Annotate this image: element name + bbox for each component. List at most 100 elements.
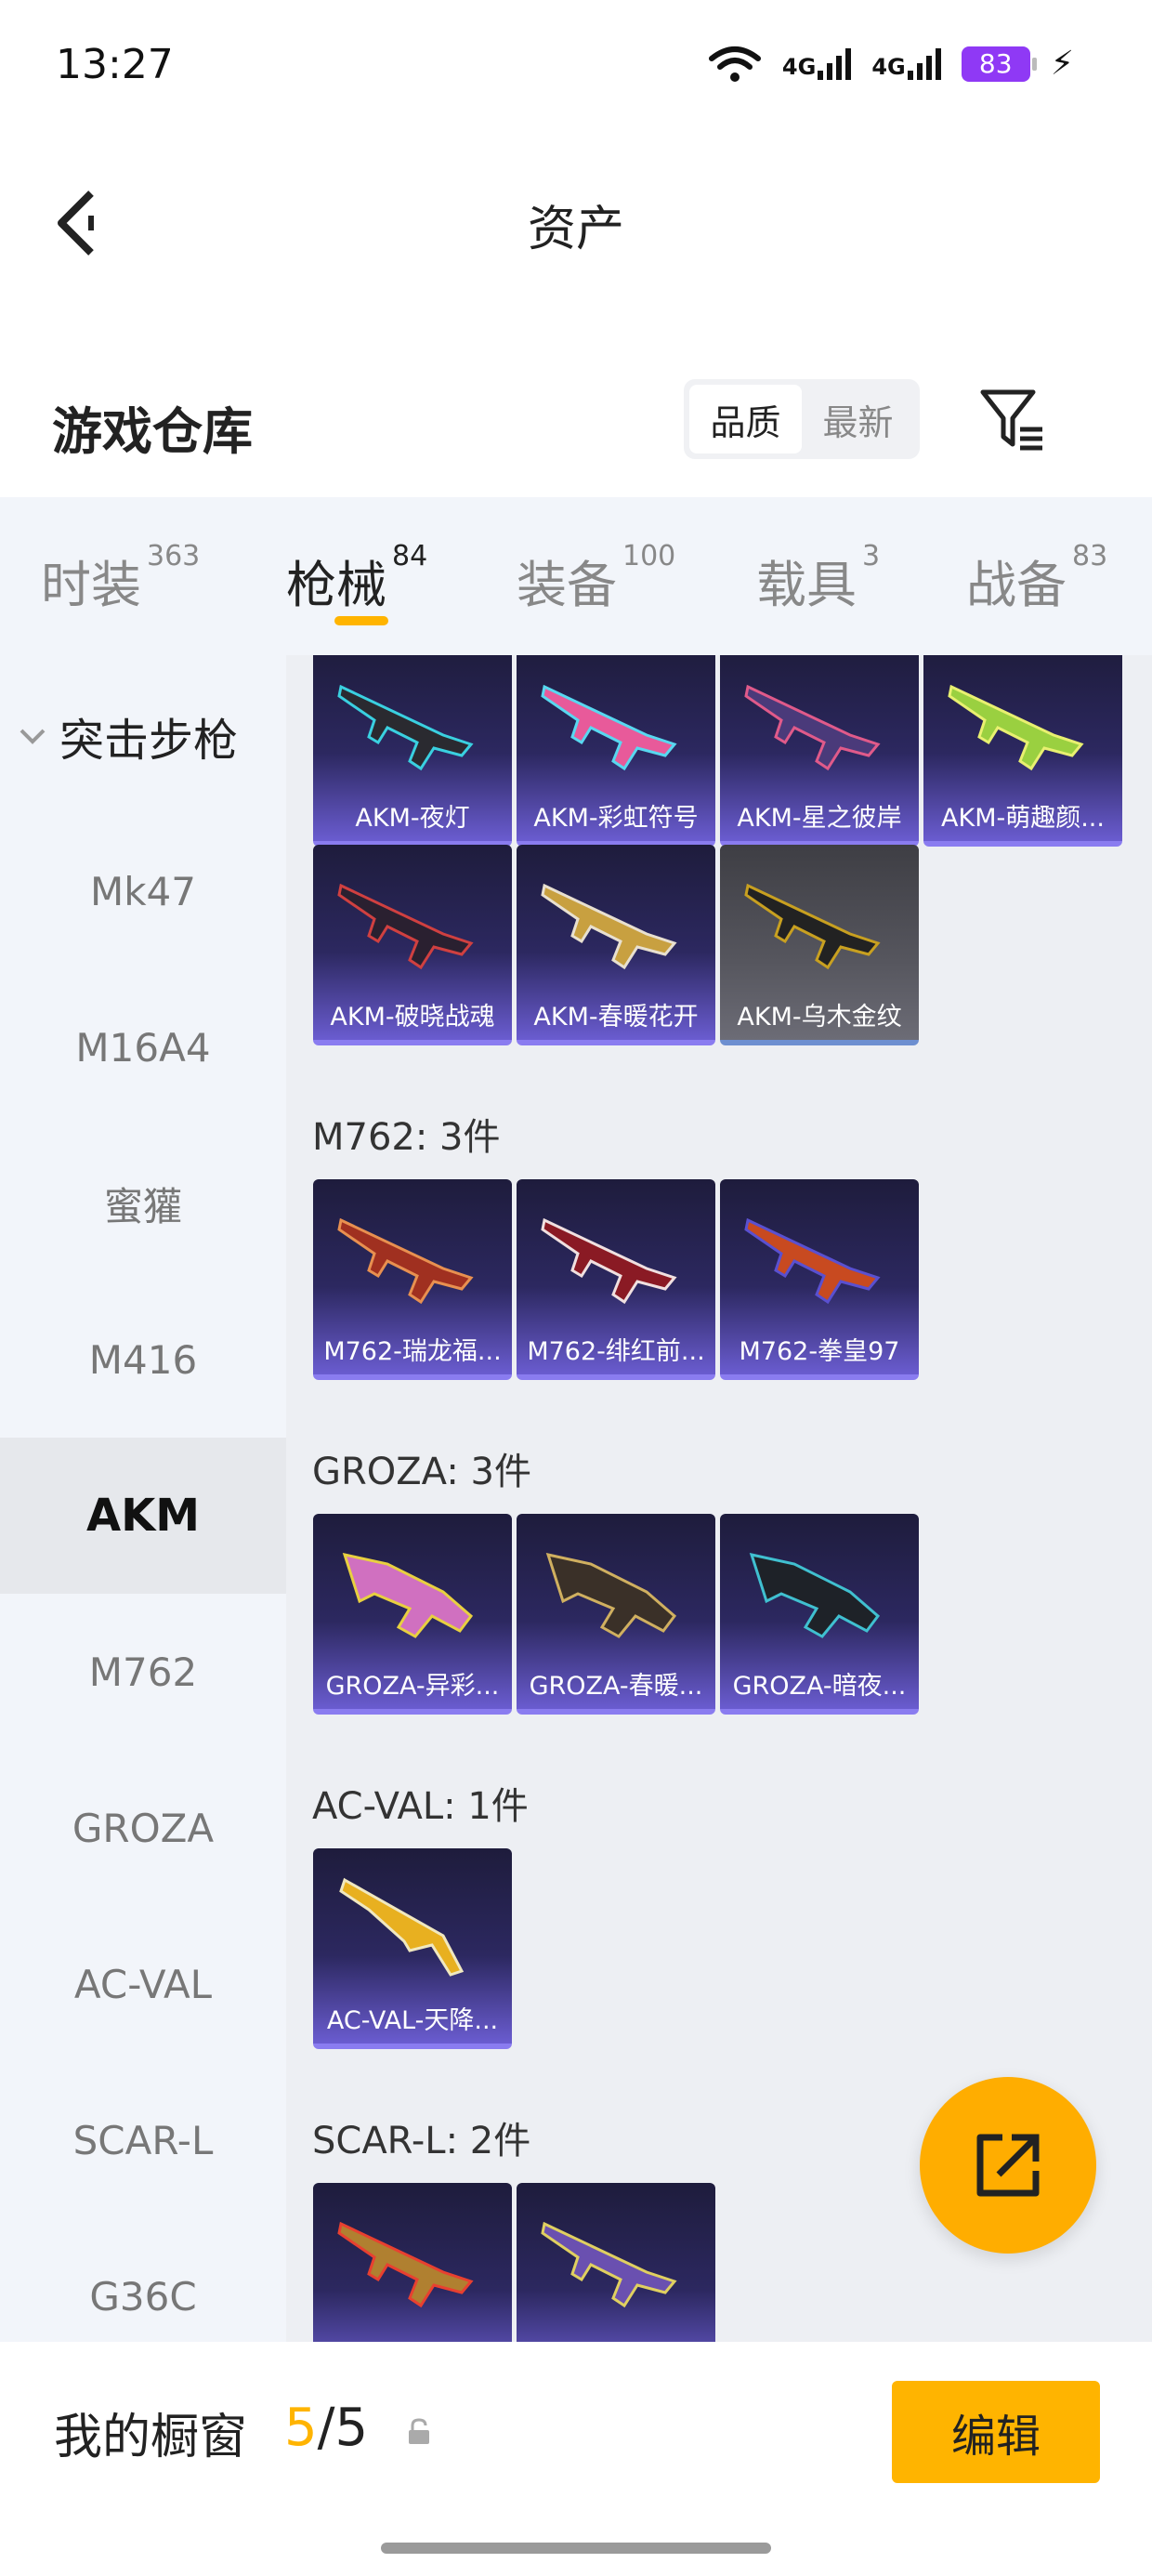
weapon-card[interactable]: M762-瑞龙福... (313, 1179, 512, 1380)
sidebar-item-honey-badger[interactable]: 蜜獾 (0, 1125, 286, 1281)
filter-button[interactable] (975, 383, 1050, 457)
tab-weapons[interactable]: 枪械 84 (286, 540, 427, 617)
weapon-card[interactable]: AKM-彩虹符号 (517, 655, 715, 847)
weapon-card[interactable]: AC-VAL-天降... (313, 1848, 512, 2049)
tab-label: 枪械 (286, 556, 386, 614)
rifle-icon (541, 684, 677, 771)
group-title-m762: M762: 3件 (312, 1116, 501, 1159)
rifle-icon (339, 1877, 465, 1977)
tab-label: 时装 (41, 556, 141, 614)
sidebar-item-g36c[interactable]: G36C (0, 2218, 286, 2342)
signal-1: 4G (781, 47, 852, 80)
weapon-card[interactable]: AKM-破晓战魂 (313, 845, 512, 1045)
rifle-icon (948, 684, 1084, 771)
edit-button[interactable]: 编辑 (892, 2381, 1100, 2483)
sidebar-item-mk47[interactable]: Mk47 (0, 813, 286, 969)
tab-vehicles[interactable]: 载具 3 (756, 540, 880, 617)
weapon-card[interactable]: AKM-乌木金纹 (720, 845, 919, 1045)
weapon-name: AKM-彩虹符号 (533, 804, 699, 833)
weapon-name: AKM-萌趣颜... (941, 804, 1105, 833)
weapon-name: AKM-春暖花开 (533, 1003, 699, 1032)
tab-count: 100 (622, 540, 676, 572)
weapon-name: M762-瑞龙福... (323, 1337, 502, 1366)
showcase-total: /5 (317, 2398, 369, 2458)
signal-2-label: 4G (871, 53, 906, 80)
tab-label: 装备 (517, 556, 617, 614)
sort-toggle: 品质 最新 (684, 379, 920, 459)
sidebar-item-groza[interactable]: GROZA (0, 1750, 286, 1906)
weapon-name: M762-拳皇97 (739, 1337, 900, 1366)
tab-fashion[interactable]: 时装 363 (41, 540, 200, 617)
weapon-card[interactable]: AKM-夜灯 (313, 655, 512, 847)
weapon-name: AC-VAL-天降... (326, 2006, 499, 2035)
battery-indicator: 83 (961, 46, 1037, 82)
showcase-bar: 我的橱窗 5/5 编辑 (0, 2342, 1152, 2576)
sidebar-item-akm[interactable]: AKM (0, 1438, 286, 1594)
charging-icon: ⚡ (1050, 45, 1074, 83)
rifle-icon (545, 1552, 677, 1638)
sidebar-category-label: 突击步枪 (59, 715, 239, 767)
signal-bars-icon (818, 47, 852, 80)
weapon-card[interactable]: AKM-星之彼岸 (720, 655, 919, 847)
status-bar: 13:27 4G 4G 83 ⚡ (0, 0, 1152, 139)
sidebar-item-m16a4[interactable]: M16A4 (0, 969, 286, 1125)
weapon-card[interactable] (517, 2183, 715, 2342)
weapon-name: AKM-破晓战魂 (330, 1003, 495, 1032)
weapon-name: GROZA-暗夜... (732, 1672, 907, 1701)
tab-count: 83 (1072, 540, 1108, 572)
weapon-card[interactable]: AKM-春暖花开 (517, 845, 715, 1045)
weapon-card[interactable]: M762-绯红前... (517, 1179, 715, 1380)
weapon-name: AKM-乌木金纹 (737, 1003, 902, 1032)
sort-quality-button[interactable]: 品质 (689, 385, 802, 453)
category-tabs: 时装 363 枪械 84 装备 100 载具 3 战备 83 (0, 497, 1152, 655)
rifle-icon (337, 883, 474, 970)
tab-label: 载具 (756, 556, 857, 614)
share-external-icon (976, 2134, 1040, 2197)
weapon-card[interactable]: GROZA-暗夜... (720, 1514, 919, 1715)
tab-supplies[interactable]: 战备 83 (966, 540, 1107, 617)
group-title-groza: GROZA: 3件 (312, 1451, 531, 1493)
weapon-card[interactable] (313, 2183, 512, 2342)
rifle-icon (749, 1552, 881, 1638)
sidebar-item-ac-val[interactable]: AC-VAL (0, 1906, 286, 2062)
showcase-label: 我的橱窗 (54, 2410, 248, 2465)
warehouse-title: 游戏仓库 (52, 402, 253, 461)
rifle-icon (541, 1217, 677, 1305)
page-title: 资产 (527, 202, 624, 257)
wifi-icon (708, 46, 761, 82)
share-button[interactable] (920, 2077, 1096, 2254)
group-title-scar-l: SCAR-L: 2件 (312, 2120, 531, 2162)
tab-label: 战备 (966, 556, 1067, 614)
weapon-card[interactable]: GROZA-异彩... (313, 1514, 512, 1715)
weapon-name: AKM-夜灯 (355, 804, 470, 833)
sidebar-item-m416[interactable]: M416 (0, 1281, 286, 1438)
sidebar-category[interactable]: 突击步枪 (19, 703, 238, 769)
rifle-icon (337, 2221, 474, 2308)
rifle-icon (541, 883, 677, 970)
rifle-icon (744, 883, 881, 970)
signal-1-label: 4G (781, 53, 817, 80)
weapon-name: AKM-星之彼岸 (737, 804, 902, 833)
weapon-sidebar: 突击步枪 Mk47 M16A4 蜜獾 M416 AKM M762 GROZA A… (0, 655, 286, 2342)
rifle-icon (337, 684, 474, 771)
showcase-count: 5/5 (284, 2398, 368, 2458)
weapon-card[interactable]: AKM-萌趣颜... (923, 655, 1122, 847)
lock-icon (409, 2418, 429, 2444)
active-tab-indicator (334, 616, 388, 625)
weapon-card[interactable]: GROZA-春暖... (517, 1514, 715, 1715)
rifle-icon (541, 2221, 677, 2308)
sidebar-item-scar-l[interactable]: SCAR-L (0, 2062, 286, 2218)
tab-count: 363 (147, 540, 201, 572)
weapon-name: M762-绯红前... (527, 1337, 705, 1366)
tab-equipment[interactable]: 装备 100 (517, 540, 675, 617)
tab-count: 3 (862, 540, 881, 572)
rifle-icon (337, 1217, 474, 1305)
rifle-icon (342, 1552, 474, 1638)
weapon-card[interactable]: M762-拳皇97 (720, 1179, 919, 1380)
chevron-down-icon (20, 729, 46, 744)
rifle-icon (744, 1217, 881, 1305)
sort-newest-button[interactable]: 最新 (802, 385, 914, 453)
status-time: 13:27 (56, 41, 174, 88)
tab-count: 84 (392, 540, 428, 572)
sidebar-item-m762[interactable]: M762 (0, 1594, 286, 1750)
